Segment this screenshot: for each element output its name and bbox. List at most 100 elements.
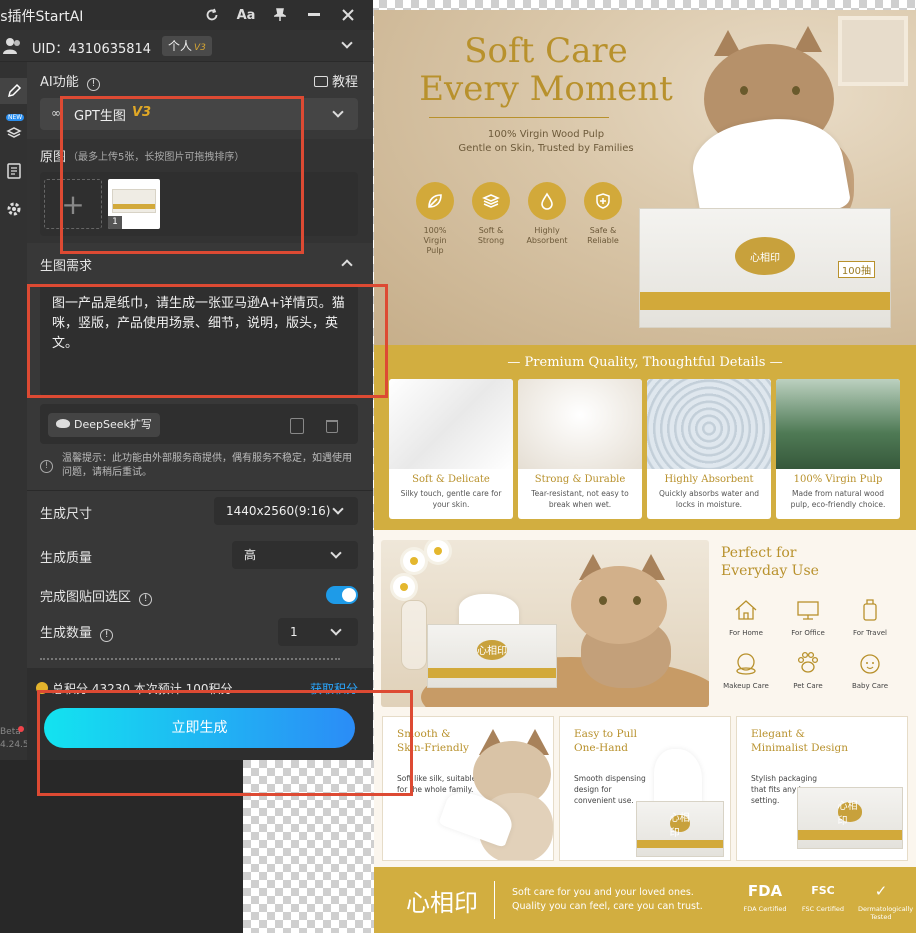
quality-card-soft: Soft & Delicate Silky touch, gentle care… [389,379,513,519]
book-icon [314,76,328,87]
everyday-use-section: 心相印 Perfect for Everyday Use For Home Fo… [374,530,916,715]
chevron-down-icon [330,547,342,559]
quality-label: 生成质量 [40,551,93,566]
hero-section: Soft Care Every Moment 100% Virgin Wood … [374,10,916,345]
badge-safe: Safe & Reliable [582,182,624,256]
pin-icon[interactable] [265,4,295,26]
badge-virgin-pulp: 100% Virgin Pulp [414,182,456,256]
use-home: For Home [716,596,776,637]
info-icon[interactable]: ! [86,78,100,91]
poster-footer: 心相印 Soft care for you and your loved one… [374,867,916,933]
hero-title: Soft Care Every Moment [419,31,673,109]
derm-check-icon: ✓ [874,882,888,900]
panel-title: Ps插件StartAI [0,9,84,25]
plugin-sidebar: NEW [0,62,27,760]
highlight-prompt [27,284,388,398]
leaf-icon [416,182,454,220]
fsc-tree-icon: FSC [811,884,835,897]
pen-tool-icon[interactable] [0,78,27,104]
count-select[interactable]: 1 [278,618,358,646]
use-office: For Office [778,596,838,637]
derm-cert: ✓ Dermatologically Tested [858,877,913,922]
quality-card-absorbent: Highly Absorbent Quickly absorbs water a… [647,379,771,519]
notification-dot [18,726,24,732]
brand-logo: 心相印 [406,889,478,917]
feature-badges: 100% Virgin Pulp Soft & Strong Highly Ab… [414,182,624,256]
info-icon[interactable]: ! [139,593,153,606]
user-icon [3,38,20,54]
quality-section: — Premium Quality, Thoughtful Details — … [374,345,916,530]
history-icon[interactable] [290,418,304,434]
tissue-box-image: 心相印 100抽 [639,208,891,328]
document-icon[interactable] [0,158,27,184]
fda-logo-icon: FDA [747,882,783,900]
home-icon [735,600,757,620]
highlight-generate [37,690,413,796]
use-pet: Pet Care [778,649,838,690]
monitor-icon [797,601,819,620]
quality-card-strong: Strong & Durable Tear-resistant, not eas… [518,379,642,519]
gear-icon[interactable] [0,196,27,222]
version-label: 4.24.5 [0,740,29,750]
panel-minimalist-design: Elegant & Minimalist Design Stylish packa… [736,716,908,861]
fda-cert: FDA FDA Certified [742,877,788,921]
ai-function-label: AI功能 ! [40,71,100,91]
badge-absorbent: Highly Absorbent [526,182,568,256]
use-makeup: Makeup Care [716,649,776,690]
badge-soft-strong: Soft & Strong [470,182,512,256]
use-case-grid: For Home For Office For Travel Makeup Ca… [716,596,906,690]
hero-divider [429,117,609,118]
fsc-cert: FSC FSC Certified [800,877,846,921]
compact-mirror-icon [736,653,756,675]
droplet-icon [528,182,566,220]
count-label: 生成数量 ! [40,622,114,642]
chevron-down-icon [332,503,344,515]
account-type-badge[interactable]: 个人 V3 [162,36,212,56]
quality-select[interactable]: 高 [232,541,358,569]
chevron-down-icon [330,624,342,636]
use-travel: For Travel [840,596,900,637]
layers-stack-icon[interactable] [0,120,27,146]
baby-face-icon [860,654,880,674]
highlight-model-and-source [60,96,304,254]
chevron-down-icon [332,106,344,118]
service-warning: 温馨提示：此功能由外部服务商提供，偶有服务不稳定，如遇使用问题，请稍后重试。 [62,453,352,478]
account-bar: UID：4310635814 个人 V3 [0,30,373,62]
tissue-stretch-image [518,379,642,469]
panel-titlebar: Ps插件StartAI Aa [0,0,373,30]
silk-fabric-image [389,379,513,469]
close-icon[interactable] [333,4,363,26]
feature-panels: Smooth & Skin-Friendly Soft like silk, su… [382,716,908,861]
paste-back-toggle[interactable] [326,586,358,604]
size-label: 生成尺寸 [40,507,93,522]
info-icon[interactable]: ! [100,629,114,642]
paste-back-label: 完成图贴回选区 ! [40,586,153,606]
forest-image [776,379,900,469]
water-ripple-image [647,379,771,469]
hero-subtitle: 100% Virgin Wood Pulp Gentle on Skin, Tr… [458,129,634,154]
everyday-title: Perfect for Everyday Use [721,545,819,579]
chevron-down-icon[interactable] [341,37,353,49]
luggage-icon [863,599,877,621]
text-size-icon[interactable]: Aa [231,4,261,26]
layers-icon [472,182,510,220]
deepseek-expand-button[interactable]: DeepSeek扩写 [48,413,160,437]
shield-plus-icon [584,182,622,220]
quality-card-virgin-pulp: 100% Virgin Pulp Made from natural wood … [776,379,900,519]
request-label: 生图需求 [40,259,93,274]
panel-one-hand: Easy to Pull One-Hand Smooth dispensing d… [559,716,731,861]
size-select[interactable]: 1440x2560(9:16) [214,497,358,525]
warning-icon: ! [40,460,53,473]
tutorial-link[interactable]: 教程 [314,71,358,90]
uid-label: UID：4310635814 [32,42,152,57]
use-baby: Baby Care [840,649,900,690]
chevron-up-icon[interactable] [341,259,353,271]
refresh-icon[interactable] [197,4,227,26]
minimize-icon[interactable] [299,4,329,26]
product-detail-poster: Soft Care Every Moment 100% Virgin Wood … [374,10,916,933]
footer-slogan: Soft care for you and your loved ones. Q… [512,887,703,912]
whale-icon [56,419,70,428]
trash-icon[interactable] [326,420,338,433]
quality-title: — Premium Quality, Thoughtful Details — [507,355,783,370]
cat-with-tissue-scene: 心相印 [381,540,709,707]
